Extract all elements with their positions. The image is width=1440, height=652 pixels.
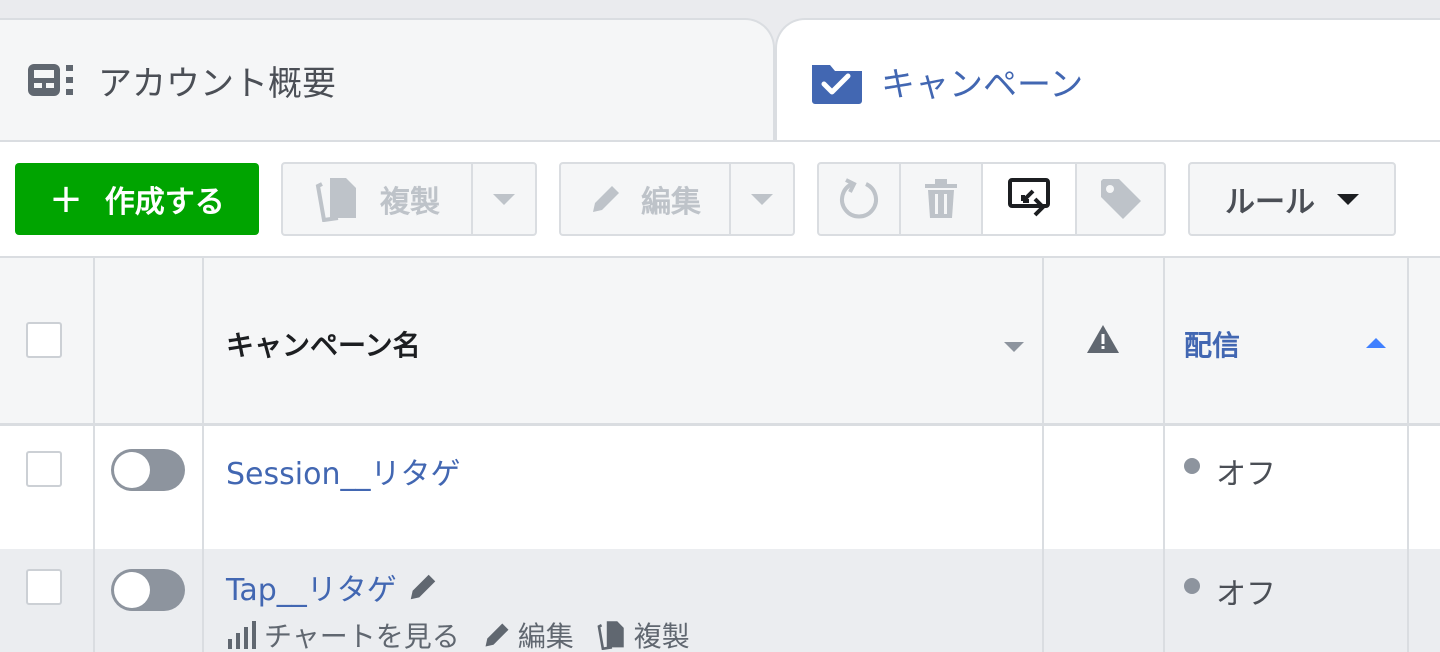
view-chart-link[interactable]: チャートを見る: [226, 615, 460, 652]
column-header-delivery[interactable]: 配信: [1184, 324, 1240, 364]
sort-up-icon[interactable]: [1366, 338, 1386, 348]
create-button-label: 作成する: [104, 185, 225, 220]
chevron-down-icon: [493, 193, 515, 205]
edit-dropdown-button[interactable]: [731, 164, 793, 234]
refresh-icon: [840, 178, 878, 219]
sort-down-icon[interactable]: [1004, 342, 1024, 352]
edit-button-group: 編集: [559, 162, 795, 236]
delivery-status-text: オフ: [1216, 577, 1276, 612]
duplicate-link[interactable]: 複製: [596, 615, 690, 652]
table-row[interactable]: Tap__リタゲ チャートを見る 編集 複製 オフ: [0, 549, 1440, 652]
campaign-name-cell: Tap__リタゲ: [226, 565, 439, 609]
action-icon-group: [817, 162, 1166, 236]
status-dot-icon: [1184, 458, 1200, 474]
refresh-button[interactable]: [819, 164, 901, 234]
tab-campaigns[interactable]: キャンペーン: [775, 18, 1440, 142]
delivery-status: オフ: [1184, 449, 1276, 493]
ab-test-button[interactable]: [983, 164, 1077, 234]
pencil-icon: [593, 186, 619, 212]
duplicate-icon: [315, 178, 356, 222]
column-divider[interactable]: [1042, 258, 1044, 652]
chevron-down-icon: [1337, 193, 1359, 205]
trash-icon: [925, 179, 957, 218]
duplicate-button-group: 複製: [281, 162, 537, 236]
campaign-toggle[interactable]: [111, 449, 185, 491]
tag-button[interactable]: [1077, 164, 1164, 234]
duplicate-button[interactable]: 複製: [283, 164, 473, 234]
delivery-status-text: オフ: [1216, 457, 1276, 492]
column-divider[interactable]: [1163, 258, 1165, 652]
pencil-icon[interactable]: [407, 571, 439, 603]
view-chart-label: チャートを見る: [264, 620, 460, 652]
ab-test-icon: [1008, 178, 1050, 217]
tag-icon: [1100, 179, 1141, 219]
toolbar: + 作成する 複製 編集 ルール: [0, 140, 1440, 256]
delivery-status: オフ: [1184, 569, 1276, 613]
campaign-table: キャンペーン名 配信 Session__リタゲ オフ Tap__リタゲ チャート…: [0, 256, 1440, 652]
duplicate-button-label: 複製: [380, 185, 440, 220]
select-all-checkbox[interactable]: [26, 322, 62, 358]
edit-link-label: 編集: [517, 620, 574, 652]
duplicate-icon: [597, 621, 624, 650]
row-actions: チャートを見る 編集 複製: [226, 615, 712, 652]
tab-account-overview-label: アカウント概要: [98, 63, 336, 104]
column-divider: [93, 258, 95, 652]
tab-account-overview[interactable]: アカウント概要: [0, 18, 775, 140]
chevron-down-icon: [751, 193, 773, 205]
duplicate-link-label: 複製: [633, 620, 690, 652]
warning-icon[interactable]: [1086, 324, 1120, 358]
column-divider: [202, 258, 204, 652]
bar-chart-icon: [228, 621, 256, 649]
tab-campaigns-label: キャンペーン: [881, 64, 1084, 105]
account-overview-icon: [26, 52, 82, 108]
edit-button-label: 編集: [641, 185, 701, 220]
plus-icon: +: [49, 176, 83, 222]
create-button[interactable]: + 作成する: [15, 163, 259, 235]
campaign-toggle[interactable]: [111, 569, 185, 611]
rules-button[interactable]: ルール: [1188, 162, 1396, 236]
campaign-folder-icon: [809, 53, 865, 109]
column-header-campaign-name[interactable]: キャンペーン名: [226, 324, 421, 364]
table-header: キャンペーン名 配信: [0, 258, 1440, 426]
edit-link[interactable]: 編集: [482, 615, 574, 652]
row-checkbox[interactable]: [26, 569, 62, 605]
campaign-name-link[interactable]: Session__リタゲ: [226, 449, 460, 493]
table-row[interactable]: Session__リタゲ オフ: [0, 429, 1440, 549]
row-checkbox[interactable]: [26, 451, 62, 487]
pencil-icon: [485, 623, 509, 647]
delete-button[interactable]: [901, 164, 983, 234]
campaign-name-link[interactable]: Tap__リタゲ: [226, 565, 397, 609]
column-divider[interactable]: [1407, 258, 1409, 652]
status-dot-icon: [1184, 578, 1200, 594]
duplicate-dropdown-button[interactable]: [473, 164, 535, 234]
rules-button-label: ルール: [1225, 185, 1315, 220]
tab-bar: アカウント概要 キャンペーン: [0, 0, 1440, 142]
edit-button[interactable]: 編集: [561, 164, 731, 234]
